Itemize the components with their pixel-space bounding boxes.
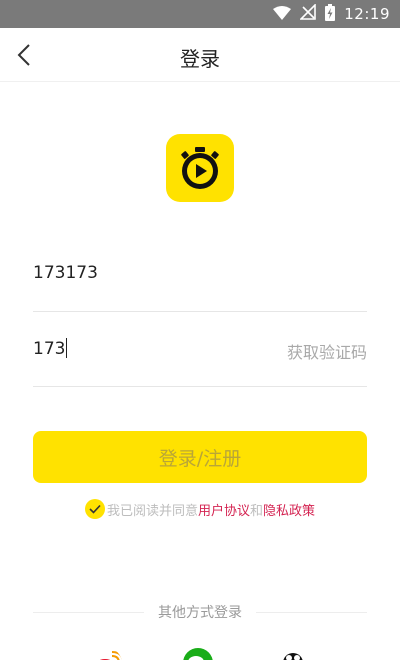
agreement-checkbox[interactable] <box>84 499 105 519</box>
privacy-policy-link[interactable]: 隐私政策 <box>263 500 315 519</box>
weibo-login-button[interactable] <box>92 648 122 660</box>
check-icon <box>89 504 101 514</box>
divider-line-right <box>256 611 367 613</box>
wifi-icon <box>273 5 292 24</box>
agreement-connector: 和 <box>250 503 264 519</box>
stopwatch-play-icon <box>181 147 219 189</box>
other-login-button[interactable] <box>278 648 308 660</box>
phone-input[interactable]: 173173 <box>33 263 98 283</box>
agreement-row: 我已阅读并同意 用户协议和隐私政策 <box>0 499 400 519</box>
verification-code-field[interactable]: 173 获取验证码 <box>33 311 367 387</box>
divider-line-left <box>33 611 144 613</box>
status-bar: 12:19 <box>0 0 400 28</box>
login-register-button[interactable]: 登录/注册 <box>33 431 367 483</box>
character-icon <box>283 653 303 660</box>
nav-bar: 登录 <box>0 28 400 82</box>
wechat-icon <box>188 656 204 660</box>
no-signal-icon <box>299 3 317 24</box>
wechat-login-button[interactable] <box>183 648 213 660</box>
code-input[interactable]: 173 <box>33 339 65 359</box>
page-title: 登录 <box>180 47 220 71</box>
user-agreement-link[interactable]: 用户协议 <box>198 500 250 519</box>
other-login-divider: 其他方式登录 <box>33 602 367 622</box>
app-logo <box>166 134 234 202</box>
agreement-prefix: 我已阅读并同意 <box>106 503 198 519</box>
battery-charging-icon <box>325 3 336 25</box>
status-time: 12:19 <box>344 5 390 23</box>
other-login-label: 其他方式登录 <box>158 605 242 621</box>
code-input-wrap[interactable]: 173 <box>33 338 68 359</box>
weibo-icon <box>99 651 122 660</box>
text-caret <box>66 338 68 358</box>
get-code-button[interactable]: 获取验证码 <box>287 339 367 363</box>
phone-field[interactable]: 173173 <box>33 236 367 312</box>
